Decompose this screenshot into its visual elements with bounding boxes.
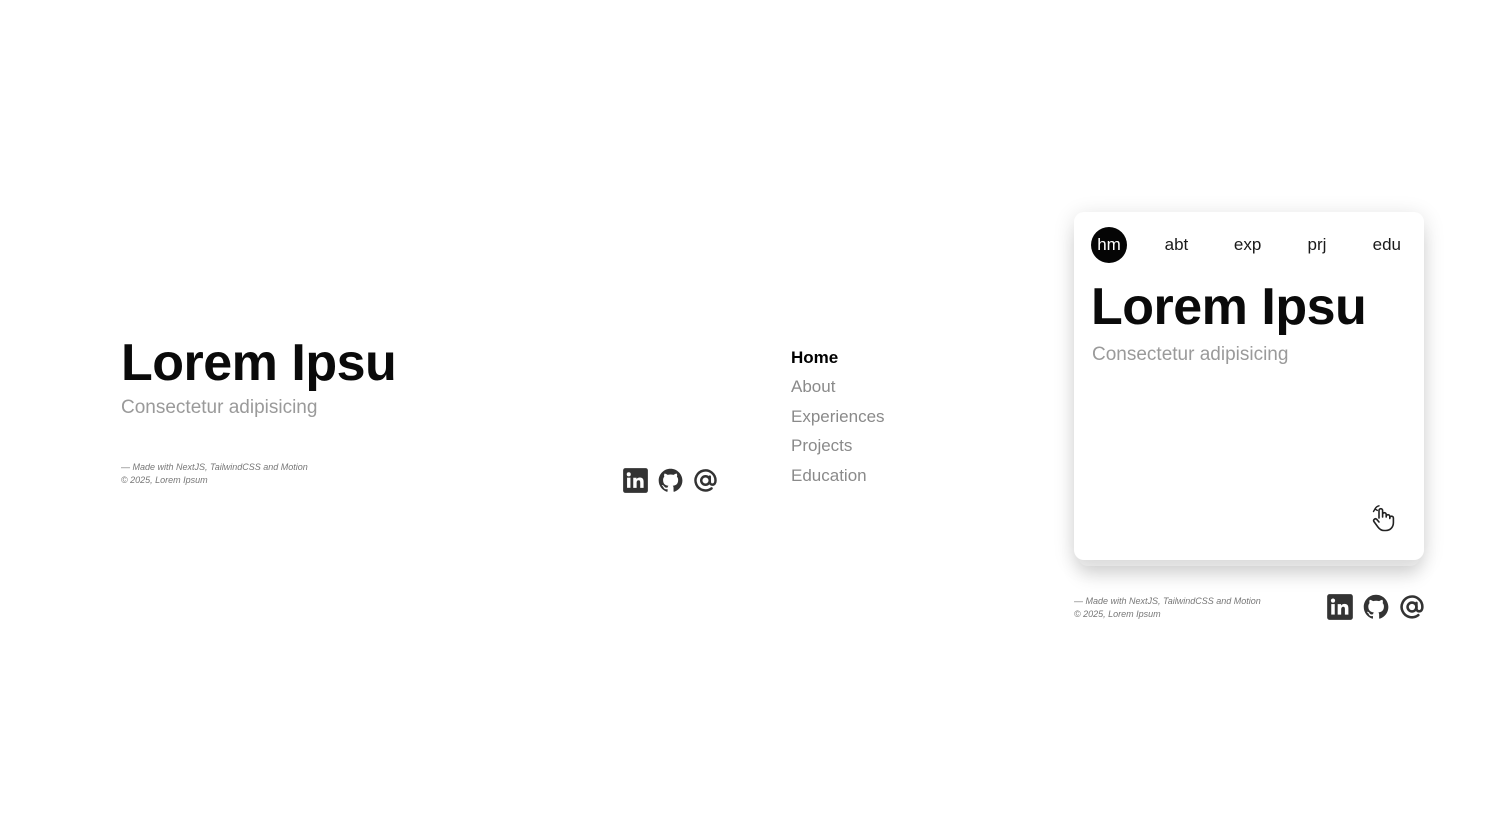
hero-subtitle: Consectetur adipisicing (121, 397, 318, 418)
github-link[interactable] (657, 467, 684, 494)
nav-item-about[interactable]: About (791, 372, 885, 401)
card-tab-bar: hm abt exp prj edu (1091, 227, 1409, 263)
card-footer-copyright: © 2025, Lorem Ipsum (1074, 609, 1161, 619)
nav-item-experiences[interactable]: Experiences (791, 402, 885, 431)
card-footer-credits: — Made with NextJS, TailwindCSS and Moti… (1074, 595, 1261, 621)
nav-item-projects[interactable]: Projects (791, 431, 885, 460)
card-subtitle: Consectetur adipisicing (1092, 344, 1289, 365)
social-links (622, 467, 719, 494)
card-email-link[interactable] (1398, 593, 1426, 621)
page: Lorem Ipsu Consectetur adipisicing — Mad… (0, 0, 1502, 822)
main-nav: Home About Experiences Projects Educatio… (791, 343, 885, 490)
linkedin-icon (1327, 594, 1353, 620)
footer-copyright: © 2025, Lorem Ipsum (121, 475, 208, 485)
swipe-hand-icon (1372, 505, 1395, 532)
email-link[interactable] (692, 467, 719, 494)
github-icon (658, 468, 683, 492)
card-footer-made-with: — Made with NextJS, TailwindCSS and Moti… (1074, 596, 1261, 606)
at-email-icon (694, 469, 717, 492)
footer-made-with: — Made with NextJS, TailwindCSS and Moti… (121, 462, 308, 472)
tab-exp[interactable]: exp (1226, 227, 1269, 263)
card-social-links (1326, 593, 1426, 621)
tab-prj[interactable]: prj (1299, 227, 1335, 263)
footer-credits: — Made with NextJS, TailwindCSS and Moti… (121, 461, 308, 487)
card-linkedin-link[interactable] (1326, 593, 1354, 621)
linkedin-icon (623, 468, 648, 493)
mobile-card[interactable]: hm abt exp prj edu Lorem Ipsu Consectetu… (1074, 212, 1424, 560)
tab-hm[interactable]: hm (1091, 227, 1127, 263)
card-github-link[interactable] (1362, 593, 1390, 621)
mobile-card-stack: hm abt exp prj edu Lorem Ipsu Consectetu… (1074, 212, 1424, 566)
nav-item-education[interactable]: Education (791, 461, 885, 490)
linkedin-link[interactable] (622, 467, 649, 494)
card-title: Lorem Ipsu (1091, 278, 1367, 336)
hero-title: Lorem Ipsu (121, 334, 397, 392)
github-icon (1363, 594, 1389, 619)
tab-edu[interactable]: edu (1365, 227, 1409, 263)
tab-abt[interactable]: abt (1157, 227, 1197, 263)
at-email-icon (1400, 595, 1424, 619)
nav-item-home[interactable]: Home (791, 343, 885, 372)
hero-section: Lorem Ipsu Consectetur adipisicing (121, 334, 397, 420)
